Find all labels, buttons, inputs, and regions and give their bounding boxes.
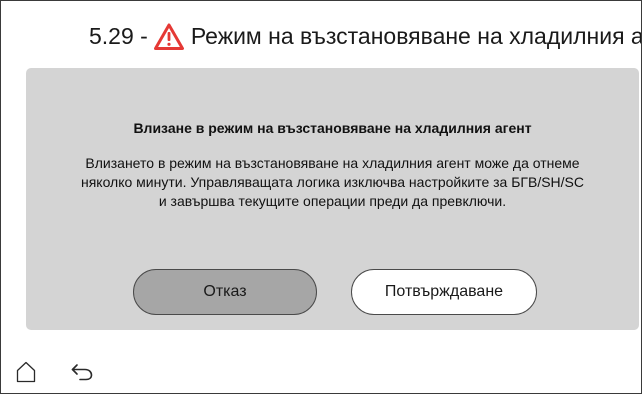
dialog-title: Влизане в режим на възстановяване на хла… <box>133 120 532 136</box>
dialog-message-line: и завършва текущите операции преди да пр… <box>158 193 507 209</box>
section-number: 5.29 - <box>89 23 148 49</box>
dialog-message-line: Влизането в режим на възстановяване на х… <box>85 155 580 171</box>
page-title: Режим на възстановяване на хладилния аге… <box>190 23 642 49</box>
back-arrow-icon[interactable] <box>71 363 93 381</box>
dialog-message: Влизането в режим на възстановяване на х… <box>26 154 639 211</box>
dialog-message-line: няколко минути. Управляващата логика изк… <box>80 174 585 190</box>
page-header: 5.29 - Режим на възстановяване на хладил… <box>1 23 641 63</box>
cancel-button[interactable]: Отказ <box>133 269 317 315</box>
home-icon[interactable] <box>16 361 36 383</box>
confirm-dialog: Влизане в режим на възстановяване на хла… <box>26 68 639 330</box>
screen: 5.29 - Режим на възстановяване на хладил… <box>0 0 642 394</box>
warning-triangle-icon <box>153 23 184 50</box>
confirm-button[interactable]: Потвърждаване <box>351 269 537 315</box>
